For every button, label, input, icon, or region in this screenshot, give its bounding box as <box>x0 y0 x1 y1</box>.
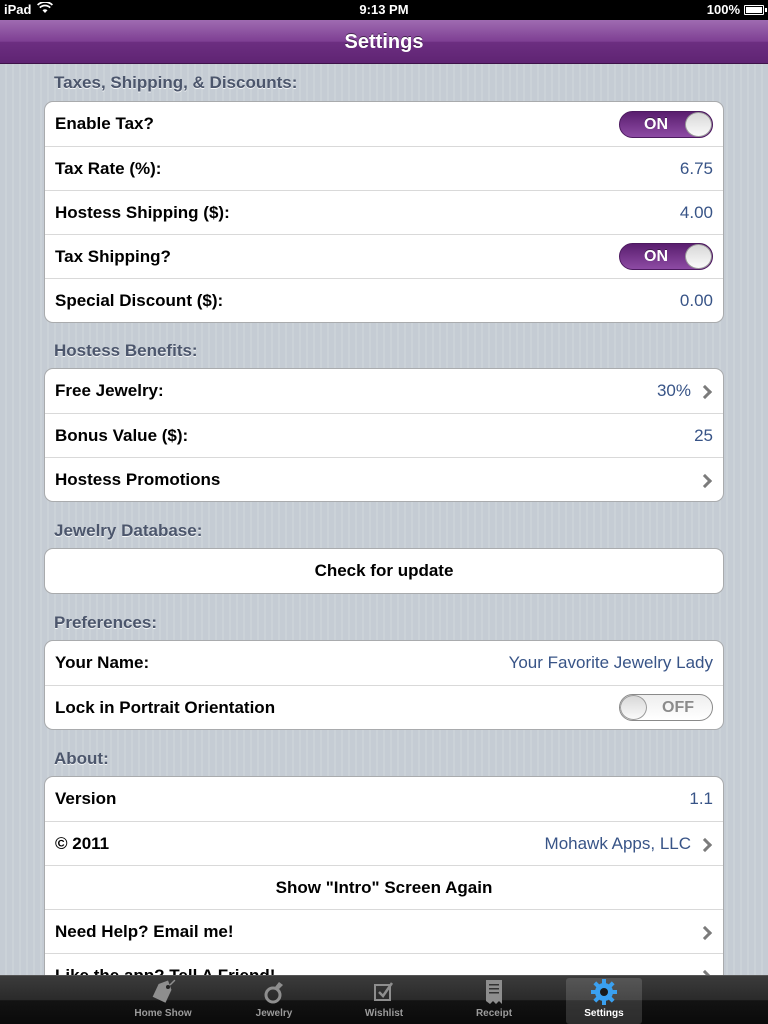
show-intro-button[interactable]: Show "Intro" Screen Again <box>45 865 723 909</box>
hostess-promotions-row[interactable]: Hostess Promotions <box>45 457 723 501</box>
chevron-right-icon <box>699 473 713 487</box>
special-discount-row[interactable]: Special Discount ($): 0.00 <box>45 278 723 322</box>
hostess-shipping-row[interactable]: Hostess Shipping ($): 4.00 <box>45 190 723 234</box>
lock-portrait-switch[interactable]: OFF <box>619 694 713 721</box>
need-help-label: Need Help? Email me! <box>55 921 234 941</box>
tax-shipping-switch[interactable]: ON <box>619 243 713 270</box>
gear-icon <box>566 978 642 1006</box>
tab-jewelry[interactable]: Jewelry <box>236 978 312 1024</box>
section-header-benefits: Hostess Benefits: <box>54 341 198 360</box>
version-row: Version 1.1 <box>45 777 723 821</box>
copyright-row[interactable]: © 2011 Mohawk Apps, LLC <box>45 821 723 865</box>
tax-rate-row[interactable]: Tax Rate (%): 6.75 <box>45 146 723 190</box>
group-about: Version 1.1 © 2011 Mohawk Apps, LLC Show… <box>44 776 724 975</box>
tab-label: Receipt <box>475 1008 513 1019</box>
free-jewelry-label: Free Jewelry: <box>55 381 164 400</box>
bonus-value-row[interactable]: Bonus Value ($): 25 <box>45 413 723 457</box>
tab-wishlist[interactable]: Wishlist <box>346 978 422 1024</box>
battery-percent: 100% <box>706 2 740 17</box>
your-name-label: Your Name: <box>55 653 150 672</box>
company-link[interactable]: Mohawk Apps, LLC <box>545 834 691 854</box>
bonus-value-label: Bonus Value ($): <box>55 425 189 445</box>
section-header-preferences: Preferences: <box>54 613 158 632</box>
switch-state-text: ON <box>644 115 668 133</box>
tax-shipping-row[interactable]: Tax Shipping? ON <box>45 234 723 278</box>
status-bar: iPad 9:13 PM 100% <box>0 0 768 20</box>
switch-state-text: OFF <box>662 699 694 716</box>
tax-rate-label: Tax Rate (%): <box>55 158 162 178</box>
free-jewelry-row[interactable]: Free Jewelry: 30% <box>45 369 723 413</box>
lock-portrait-label: Lock in Portrait Orientation <box>55 697 276 717</box>
show-intro-label: Show "Intro" Screen Again <box>275 877 493 897</box>
tell-friend-row[interactable]: Like the app? Tell A Friend! <box>45 953 723 975</box>
battery-icon <box>744 4 767 15</box>
special-discount-label: Special Discount ($): <box>55 290 224 310</box>
tab-home-show[interactable]: Home Show <box>125 978 201 1024</box>
your-name-row[interactable]: Your Name: Your Favorite Jewelry Lady <box>45 641 723 685</box>
free-jewelry-value: 30% <box>656 381 691 400</box>
special-discount-value[interactable]: 0.00 <box>680 291 713 311</box>
tab-label: Settings <box>584 1008 624 1019</box>
price-tag-icon <box>125 978 201 1006</box>
status-time: 9:13 PM <box>359 2 409 17</box>
group-preferences: Your Name: Your Favorite Jewelry Lady Lo… <box>44 640 724 730</box>
group-benefits: Free Jewelry: 30% Bonus Value ($): 25 Ho… <box>44 368 724 502</box>
section-header-database: Jewelry Database: <box>54 521 203 540</box>
tax-shipping-label: Tax Shipping? <box>55 246 171 266</box>
version-label: Version <box>55 789 117 808</box>
enable-tax-switch[interactable]: ON <box>619 110 713 138</box>
tab-settings[interactable]: Settings <box>566 978 642 1024</box>
chevron-right-icon <box>699 925 713 939</box>
hostess-shipping-label: Hostess Shipping ($): <box>55 202 230 222</box>
tab-receipt[interactable]: Receipt <box>456 978 532 1024</box>
page-title: Settings <box>344 31 424 53</box>
group-taxes: Enable Tax? ON Tax Rate (%): 6.75 Hostes… <box>44 101 724 323</box>
enable-tax-label: Enable Tax? <box>55 114 154 133</box>
check-update-button[interactable]: Check for update <box>45 549 723 593</box>
chevron-right-icon <box>699 384 713 398</box>
switch-knob <box>685 111 712 137</box>
settings-content[interactable]: Taxes, Shipping, & Discounts: Enable Tax… <box>0 64 768 975</box>
hostess-promotions-label: Hostess Promotions <box>55 469 221 489</box>
copyright-label: © 2011 <box>55 833 110 853</box>
check-update-label: Check for update <box>314 561 454 580</box>
tell-friend-label: Like the app? Tell A Friend! <box>55 965 276 976</box>
switch-knob <box>685 244 712 269</box>
tab-bar: Home Show Jewelry Wishlist Receipt Setti… <box>0 975 768 1024</box>
section-header-taxes: Taxes, Shipping, & Discounts: <box>54 73 298 92</box>
switch-state-text: ON <box>644 248 668 265</box>
lock-portrait-row[interactable]: Lock in Portrait Orientation OFF <box>45 685 723 729</box>
receipt-icon <box>456 978 532 1006</box>
ring-icon <box>236 978 312 1006</box>
tab-label: Wishlist <box>364 1008 404 1019</box>
checkbox-icon <box>346 978 422 1006</box>
your-name-value[interactable]: Your Favorite Jewelry Lady <box>509 653 713 673</box>
bonus-value-value[interactable]: 25 <box>694 426 713 446</box>
navigation-bar: Settings <box>0 20 768 64</box>
enable-tax-row[interactable]: Enable Tax? ON <box>45 102 723 146</box>
hostess-shipping-value[interactable]: 4.00 <box>680 203 713 223</box>
section-header-about: About: <box>54 749 109 768</box>
tax-rate-value[interactable]: 6.75 <box>680 159 713 179</box>
group-database: Check for update <box>44 548 724 594</box>
tab-label: Jewelry <box>255 1008 293 1019</box>
switch-knob <box>620 695 647 720</box>
version-value: 1.1 <box>689 789 713 808</box>
need-help-row[interactable]: Need Help? Email me! <box>45 909 723 953</box>
chevron-right-icon <box>699 837 713 851</box>
tab-label: Home Show <box>134 1008 192 1019</box>
